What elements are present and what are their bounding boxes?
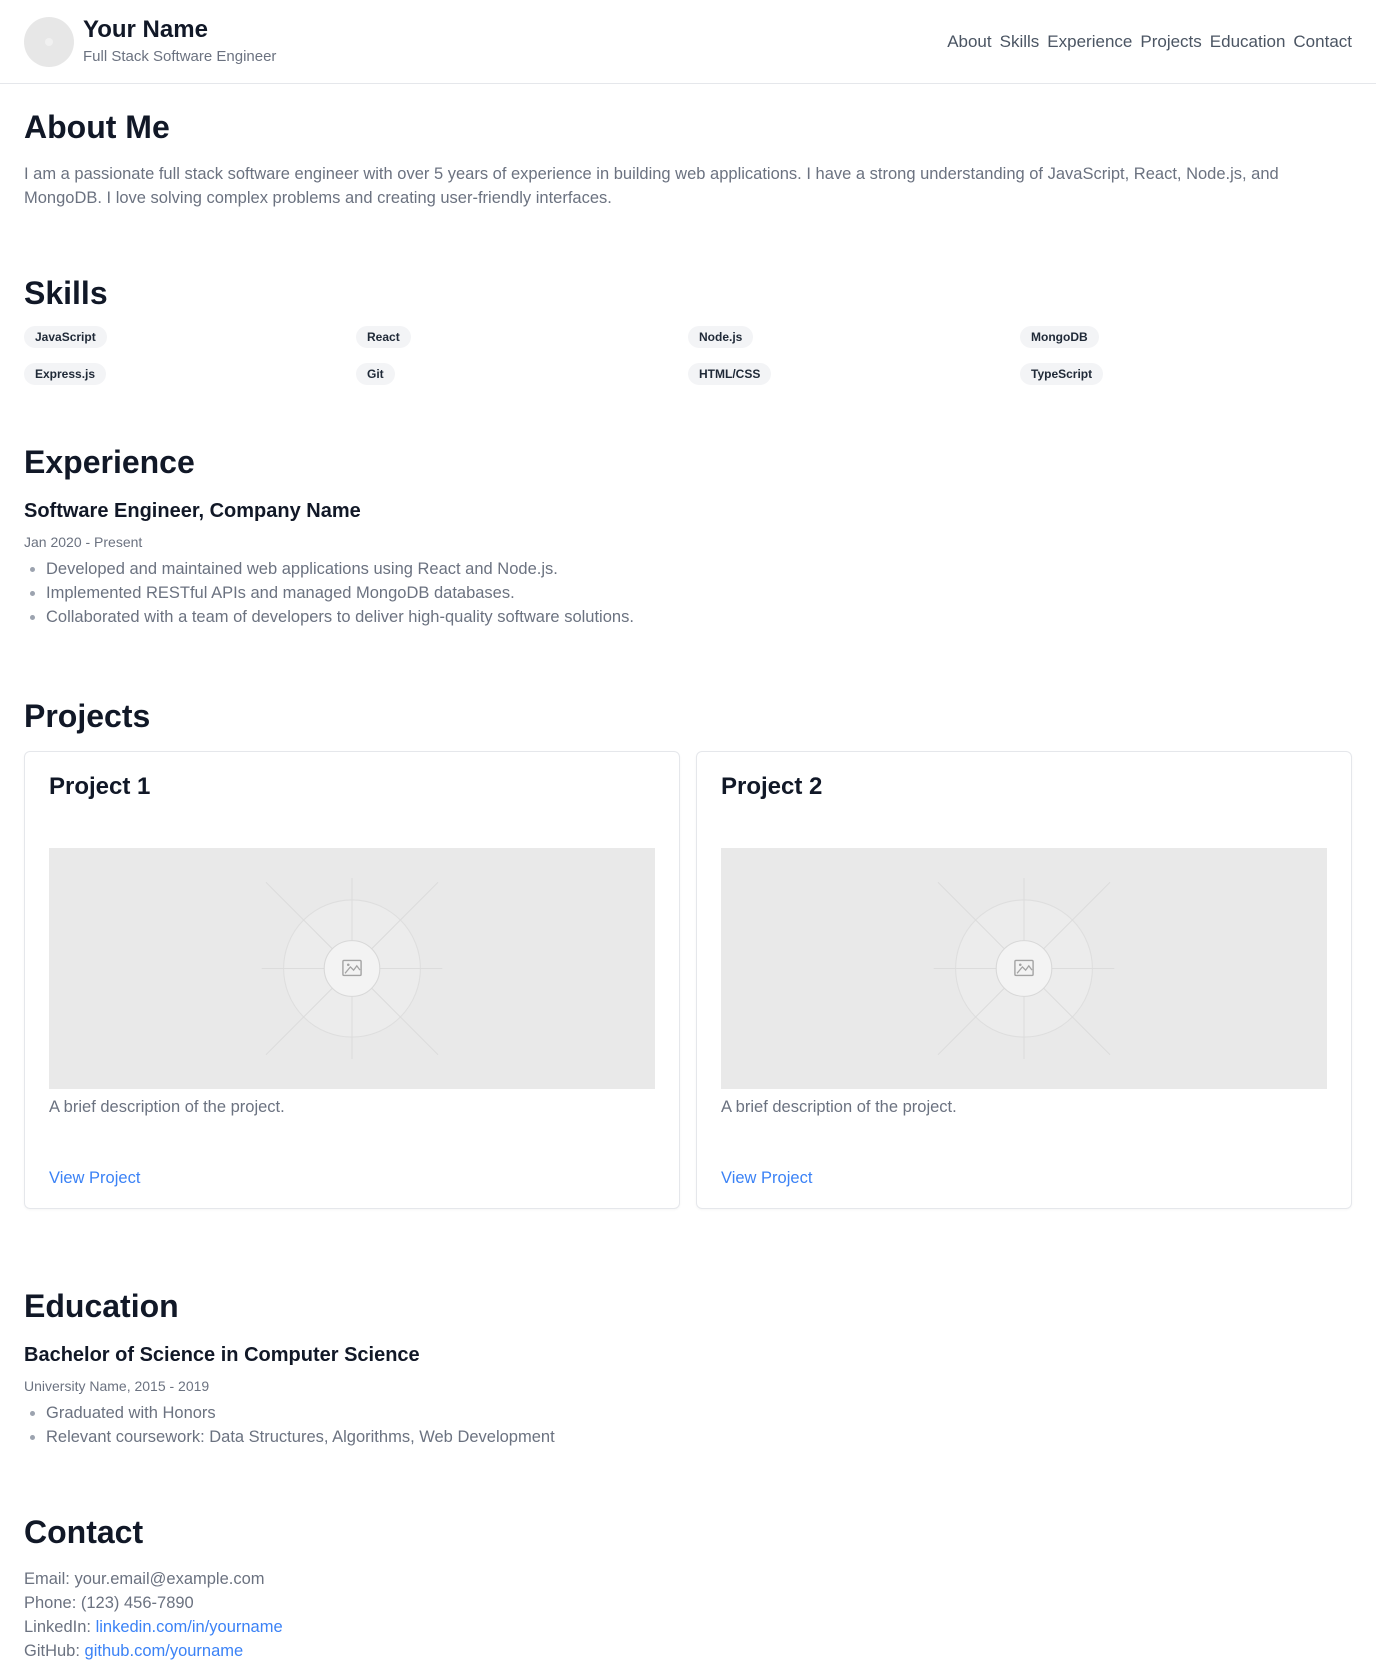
nav-link-skills[interactable]: Skills	[1000, 32, 1040, 52]
project-image-placeholder	[721, 848, 1327, 1089]
contact-github-line: GitHub: github.com/yourname	[24, 1639, 1352, 1663]
linkedin-label: LinkedIn:	[24, 1618, 91, 1636]
projects-section: Projects Project 1 A brief description o…	[24, 697, 1352, 1209]
about-text: I am a passionate full stack software en…	[24, 165, 1279, 207]
skills-section: Skills JavaScript React Node.js MongoDB …	[24, 274, 1352, 385]
list-item: Developed and maintained web application…	[46, 557, 1352, 581]
nav-link-about[interactable]: About	[947, 32, 991, 52]
avatar-dot	[45, 37, 53, 46]
nav-link-experience[interactable]: Experience	[1047, 32, 1132, 52]
github-link[interactable]: github.com/yourname	[85, 1642, 244, 1660]
project-description: A brief description of the project.	[49, 1098, 285, 1116]
job-dates: Jan 2020 - Present	[24, 534, 143, 550]
projects-grid: Project 1 A brief description of the pro…	[24, 751, 1352, 1209]
placeholder-graphic	[49, 848, 655, 1089]
list-item: Graduated with Honors	[46, 1401, 1352, 1425]
view-project-link[interactable]: View Project	[49, 1166, 140, 1190]
skill-badge: React	[356, 326, 411, 348]
main-nav: About Skills Experience Projects Educati…	[939, 32, 1352, 52]
education-bullets: Graduated with Honors Relevant coursewor…	[24, 1401, 1352, 1449]
project-card: Project 1 A brief description of the pro…	[24, 751, 680, 1209]
contact-email-line: Email: your.email@example.com	[24, 1567, 1352, 1591]
brand: Your Name Full Stack Software Engineer	[24, 16, 276, 67]
project-description: A brief description of the project.	[721, 1098, 957, 1116]
projects-heading: Projects	[24, 698, 151, 734]
contact-lines: Email: your.email@example.com Phone: (12…	[24, 1567, 1352, 1663]
education-meta: University Name, 2015 - 2019	[24, 1378, 210, 1394]
experience-section: Experience Software Engineer, Company Na…	[24, 443, 1352, 629]
view-project-link[interactable]: View Project	[721, 1166, 812, 1190]
phone-label: Phone:	[24, 1594, 77, 1612]
person-title: Full Stack Software Engineer	[83, 48, 277, 65]
skill-badge: JavaScript	[24, 326, 107, 348]
experience-bullets: Developed and maintained web application…	[24, 557, 1352, 629]
project-image-placeholder	[49, 848, 655, 1089]
main-content: About Me I am a passionate full stack so…	[0, 84, 1376, 1663]
nav-link-projects[interactable]: Projects	[1140, 32, 1201, 52]
skill-badge: Node.js	[688, 326, 754, 348]
avatar	[24, 16, 74, 67]
skills-grid: JavaScript React Node.js MongoDB Express…	[24, 326, 1352, 385]
placeholder-graphic	[721, 848, 1327, 1089]
experience-heading: Experience	[24, 444, 195, 480]
project-title: Project 1	[49, 773, 151, 800]
person-name: Your Name	[83, 16, 208, 43]
nav-link-contact[interactable]: Contact	[1293, 32, 1352, 52]
about-section: About Me I am a passionate full stack so…	[24, 84, 1352, 210]
list-item: Relevant coursework: Data Structures, Al…	[46, 1425, 1352, 1449]
list-item: Collaborated with a team of developers t…	[46, 605, 1352, 629]
skill-badge: HTML/CSS	[688, 363, 772, 385]
degree-title: Bachelor of Science in Computer Science	[24, 1344, 420, 1366]
contact-phone-line: Phone: (123) 456-7890	[24, 1591, 1352, 1615]
skills-heading: Skills	[24, 275, 108, 311]
contact-heading: Contact	[24, 1514, 144, 1550]
project-card: Project 2 A brief description of the pro…	[696, 751, 1352, 1209]
skill-badge: TypeScript	[1020, 363, 1104, 385]
education-section: Education Bachelor of Science in Compute…	[24, 1287, 1352, 1449]
nav-link-education[interactable]: Education	[1210, 32, 1286, 52]
education-heading: Education	[24, 1288, 179, 1324]
phone-value: (123) 456-7890	[80, 1594, 194, 1612]
skill-badge: Express.js	[24, 363, 107, 385]
skill-badge: Git	[356, 363, 395, 385]
github-label: GitHub:	[24, 1642, 80, 1660]
site-header: Your Name Full Stack Software Engineer A…	[0, 0, 1376, 84]
about-heading: About Me	[24, 109, 170, 145]
contact-linkedin-line: LinkedIn: linkedin.com/in/yourname	[24, 1615, 1352, 1639]
email-label: Email:	[24, 1570, 70, 1588]
contact-section: Contact Email: your.email@example.com Ph…	[24, 1513, 1352, 1663]
project-title: Project 2	[721, 773, 823, 800]
job-title: Software Engineer, Company Name	[24, 500, 361, 522]
list-item: Implemented RESTful APIs and managed Mon…	[46, 581, 1352, 605]
linkedin-link[interactable]: linkedin.com/in/yourname	[96, 1618, 283, 1636]
brand-text: Your Name Full Stack Software Engineer	[83, 16, 276, 67]
skill-badge: MongoDB	[1020, 326, 1099, 348]
email-value: your.email@example.com	[74, 1570, 265, 1588]
